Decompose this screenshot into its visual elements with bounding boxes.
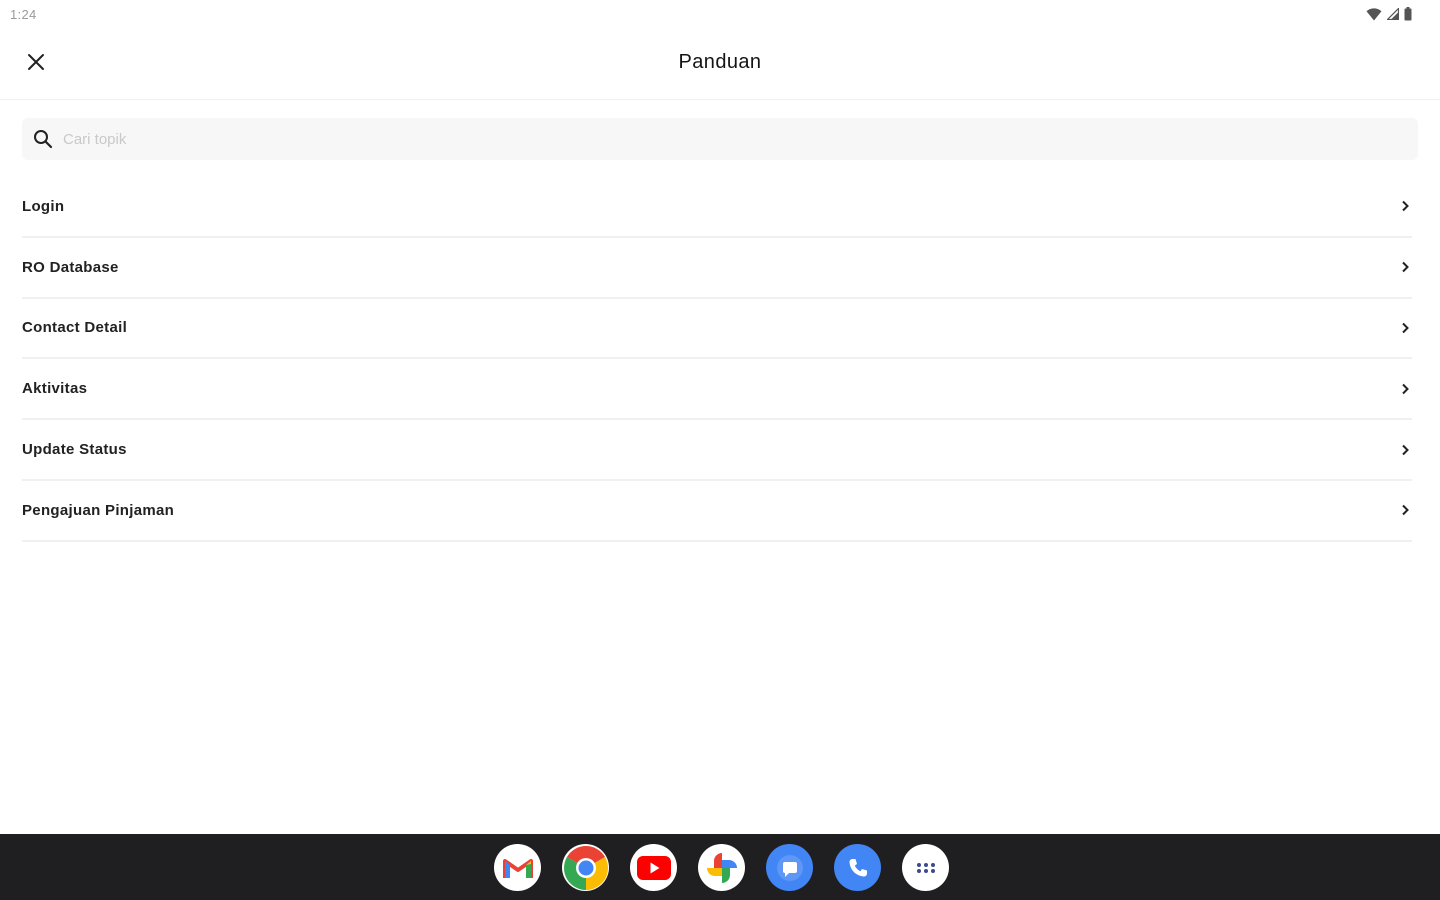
- app-drawer-icon[interactable]: [902, 844, 949, 891]
- search-box[interactable]: [22, 118, 1418, 160]
- list-item-ro-database[interactable]: RO Database: [22, 238, 1412, 299]
- list-item-update-status[interactable]: Update Status: [22, 420, 1412, 481]
- list-item-label: Aktivitas: [22, 380, 88, 398]
- list-item-pengajuan-pinjaman[interactable]: Pengajuan Pinjaman: [22, 481, 1412, 542]
- status-time: 1:24: [10, 7, 37, 22]
- list-item-label: Pengajuan Pinjaman: [22, 501, 175, 519]
- list-item-label: Update Status: [22, 441, 127, 459]
- chevron-right-icon: [1398, 443, 1412, 457]
- chevron-right-icon: [1398, 503, 1412, 517]
- taskbar: [0, 834, 1440, 900]
- chevron-right-icon: [1398, 199, 1412, 213]
- chrome-icon[interactable]: [562, 844, 609, 891]
- list-item-label: Contact Detail: [22, 319, 128, 337]
- app-dock: [494, 844, 949, 891]
- chevron-right-icon: [1398, 382, 1412, 396]
- messages-icon[interactable]: [766, 844, 813, 891]
- status-bar: 1:24: [0, 0, 1440, 28]
- search-icon: [32, 128, 54, 150]
- app-bar: Panduan: [0, 28, 1440, 100]
- chevron-right-icon: [1398, 260, 1412, 274]
- search-input[interactable]: [63, 119, 1363, 159]
- list-item-label: Login: [22, 197, 65, 215]
- list-item-login[interactable]: Login: [22, 177, 1412, 238]
- wifi-icon: [1366, 7, 1382, 21]
- list-item-contact-detail[interactable]: Contact Detail: [22, 299, 1412, 360]
- signal-icon: [1387, 8, 1399, 20]
- list-item-label: RO Database: [22, 258, 119, 276]
- youtube-icon[interactable]: [630, 844, 677, 891]
- phone-icon[interactable]: [834, 844, 881, 891]
- gmail-icon[interactable]: [494, 844, 541, 891]
- battery-icon: [1404, 7, 1412, 21]
- chevron-right-icon: [1398, 321, 1412, 335]
- status-icons: [1366, 7, 1412, 21]
- photos-icon[interactable]: [698, 844, 745, 891]
- topic-list: Login RO Database Contact Detail Aktivit…: [22, 177, 1412, 542]
- page-title: Panduan: [678, 51, 762, 73]
- list-item-aktivitas[interactable]: Aktivitas: [22, 359, 1412, 421]
